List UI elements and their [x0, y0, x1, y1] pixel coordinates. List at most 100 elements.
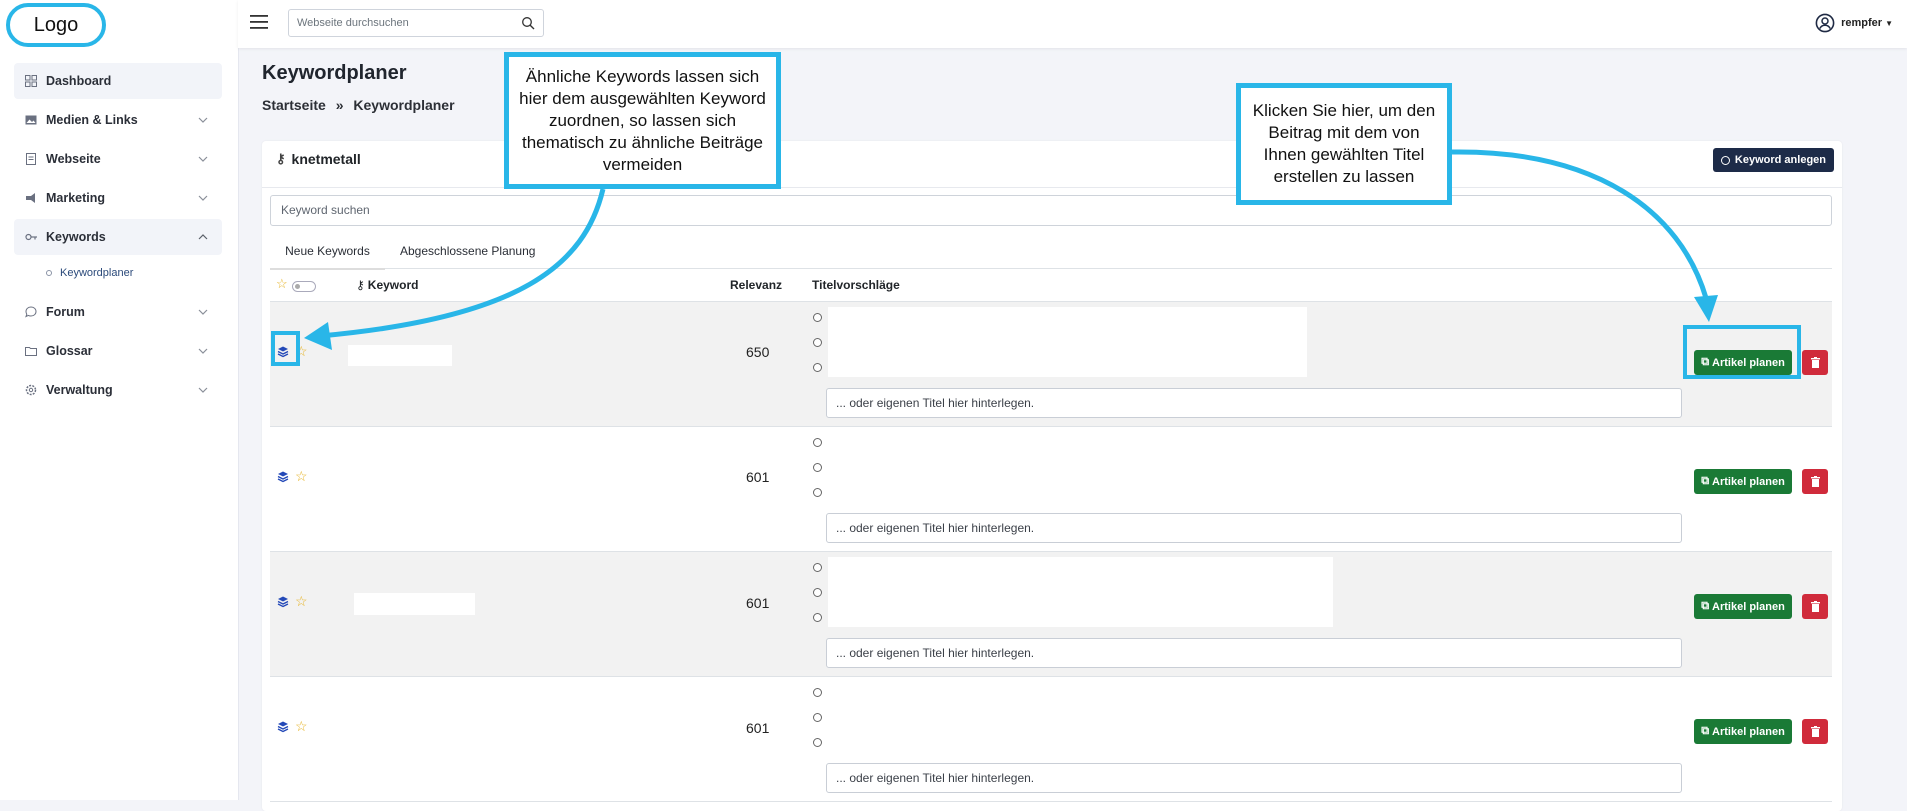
create-keyword-label: Keyword anlegen — [1734, 154, 1826, 166]
own-title-input[interactable]: ... oder eigenen Titel hier hinterlegen. — [826, 763, 1682, 793]
site-search-input[interactable]: Webseite durchsuchen — [288, 9, 544, 37]
own-title-input[interactable]: ... oder eigenen Titel hier hinterlegen. — [826, 638, 1682, 668]
user-menu[interactable]: rempfer ▼ — [1815, 13, 1893, 33]
grid-icon — [24, 74, 38, 88]
annotation-highlight-button — [1683, 325, 1801, 379]
relevance-value: 650 — [746, 344, 770, 360]
plan-article-button[interactable]: ⧉ Artikel planen — [1694, 594, 1792, 619]
keyword-card: ⚷ knetmetall Keyword anlegen Keyword suc… — [262, 141, 1842, 811]
logo[interactable]: Logo — [6, 3, 106, 47]
title-radio[interactable] — [813, 313, 822, 322]
plan-article-label: Artikel planen — [1712, 600, 1785, 613]
trash-icon — [1810, 601, 1820, 612]
star-icon[interactable]: ☆ — [295, 469, 308, 483]
header-keyword: ⚷ Keyword — [356, 278, 418, 292]
sidebar-subitem-keywordplaner[interactable]: Keywordplaner — [14, 258, 222, 288]
title-radio[interactable] — [813, 738, 822, 747]
title-radio[interactable] — [813, 588, 822, 597]
table-row: ☆ 601 ... oder eigenen Titel hier hinter… — [270, 677, 1832, 802]
annotation-text: Klicken Sie hier, um den Beitrag mit dem… — [1252, 101, 1436, 186]
sidebar-item-dashboard[interactable]: Dashboard — [14, 63, 222, 99]
sidebar-item-label: Dashboard — [46, 74, 112, 88]
star-icon[interactable]: ☆ — [295, 719, 308, 733]
sidebar-item-webseite[interactable]: Webseite — [14, 141, 222, 177]
relevance-value: 601 — [746, 469, 770, 485]
delete-button[interactable] — [1802, 350, 1828, 375]
tab-label: Abgeschlossene Planung — [400, 244, 536, 258]
own-title-input[interactable]: ... oder eigenen Titel hier hinterlegen. — [826, 513, 1682, 543]
sidebar-item-forum[interactable]: Forum — [14, 294, 222, 330]
sidebar-nav: Dashboard Medien & Links Webseite Market… — [14, 63, 222, 411]
title-radio[interactable] — [813, 363, 822, 372]
sidebar-item-label: Medien & Links — [46, 113, 138, 127]
megaphone-icon — [24, 191, 38, 205]
own-title-placeholder: ... oder eigenen Titel hier hinterlegen. — [836, 396, 1035, 410]
card-header: ⚷ knetmetall Keyword anlegen — [262, 141, 1842, 188]
plan-article-label: Artikel planen — [1712, 475, 1785, 488]
title-radio[interactable] — [813, 463, 822, 472]
sidebar-item-glossar[interactable]: Glossar — [14, 333, 222, 369]
chevron-down-icon — [198, 117, 208, 123]
title-radio[interactable] — [813, 488, 822, 497]
copy-icon: ⧉ — [1701, 725, 1710, 737]
keyword-cell — [348, 345, 452, 366]
hamburger-menu-icon[interactable] — [250, 14, 268, 30]
sidebar-item-verwaltung[interactable]: Verwaltung — [14, 372, 222, 408]
logo-text: Logo — [33, 13, 79, 36]
delete-button[interactable] — [1802, 594, 1828, 619]
breadcrumb-current: Keywordplaner — [353, 97, 455, 113]
tab-abgeschlossene-planung[interactable]: Abgeschlossene Planung — [400, 237, 535, 268]
annotation-callout-similar-keywords: Ähnliche Keywords lassen sich hier dem a… — [504, 52, 781, 189]
breadcrumb: Startseite » Keywordplaner — [262, 97, 455, 113]
table-row: ☆ 601 ... oder eigenen Titel hier hinter… — [270, 427, 1832, 552]
key-icon: ⚷ — [276, 151, 286, 166]
sidebar: Logo Dashboard Medien & Links Webseite M… — [0, 0, 239, 800]
tab-label: Neue Keywords — [285, 244, 370, 258]
sidebar-subitem-label: Keywordplaner — [60, 267, 134, 279]
chevron-up-icon — [198, 234, 208, 240]
tab-neue-keywords[interactable]: Neue Keywords — [270, 237, 385, 270]
username: rempfer — [1841, 17, 1883, 29]
delete-button[interactable] — [1802, 469, 1828, 494]
star-icon[interactable]: ☆ — [295, 594, 308, 608]
title-radio[interactable] — [813, 563, 822, 572]
sidebar-item-marketing[interactable]: Marketing — [14, 180, 222, 216]
assign-similar-keywords-icon[interactable] — [276, 719, 290, 733]
table-row: ☆ 601 ... oder eigenen Titel hier hinter… — [270, 552, 1832, 677]
card-title: ⚷ knetmetall — [276, 151, 361, 167]
card-title-text: knetmetall — [291, 151, 361, 167]
create-keyword-button[interactable]: Keyword anlegen — [1712, 148, 1834, 172]
delete-button[interactable] — [1802, 719, 1828, 744]
copy-icon: ⧉ — [1701, 475, 1710, 487]
assign-similar-keywords-icon[interactable] — [276, 469, 290, 483]
keyword-search-input[interactable]: Keyword suchen — [270, 195, 1832, 226]
search-icon[interactable] — [521, 16, 535, 30]
own-title-input[interactable]: ... oder eigenen Titel hier hinterlegen. — [826, 388, 1682, 418]
assign-similar-keywords-icon[interactable] — [276, 594, 290, 608]
user-avatar-icon — [1815, 13, 1835, 33]
chevron-down-icon — [198, 387, 208, 393]
keyword-search-placeholder: Keyword suchen — [281, 203, 370, 217]
favorites-toggle[interactable] — [292, 281, 316, 292]
sidebar-item-medien[interactable]: Medien & Links — [14, 102, 222, 138]
title-radio[interactable] — [813, 338, 822, 347]
plan-article-button[interactable]: ⧉ Artikel planen — [1694, 719, 1792, 744]
chevron-down-icon — [198, 195, 208, 201]
chat-icon — [24, 305, 38, 319]
chevron-down-icon — [198, 348, 208, 354]
tabs: Neue Keywords Abgeschlossene Planung — [270, 237, 1832, 270]
annotation-callout-plan-article: Klicken Sie hier, um den Beitrag mit dem… — [1236, 83, 1452, 205]
title-radio[interactable] — [813, 438, 822, 447]
header-keyword-label: Keyword — [367, 278, 419, 292]
header-relevance: Relevanz — [730, 278, 783, 292]
title-radio[interactable] — [813, 613, 822, 622]
breadcrumb-home[interactable]: Startseite — [262, 97, 326, 113]
title-radio[interactable] — [813, 713, 822, 722]
sidebar-item-keywords[interactable]: Keywords — [14, 219, 222, 255]
title-suggestions — [828, 307, 1307, 377]
plan-article-button[interactable]: ⧉ Artikel planen — [1694, 469, 1792, 494]
trash-icon — [1810, 357, 1820, 368]
relevance-value: 601 — [746, 595, 770, 611]
title-radio[interactable] — [813, 688, 822, 697]
annotation-text: Ähnliche Keywords lassen sich hier dem a… — [519, 66, 766, 174]
